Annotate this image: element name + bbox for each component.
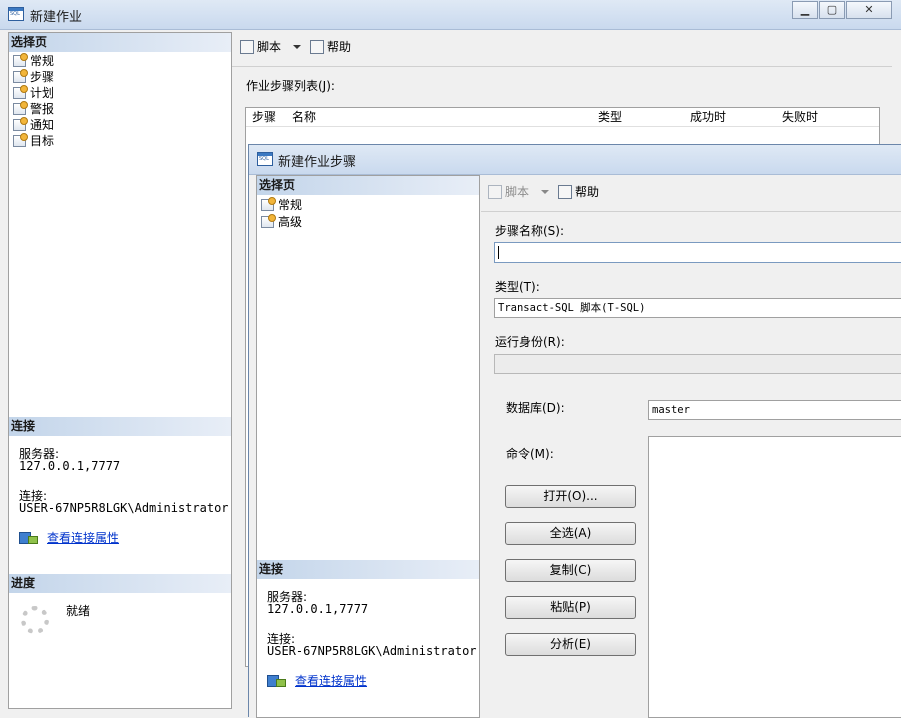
select-page-header: 选择页 [9,33,231,52]
nav-item-targets[interactable]: 目标 [13,133,54,149]
dialog-toolbar-divider [481,211,901,212]
command-label: 命令(M): [506,447,554,461]
help-icon [310,40,324,54]
outer-window-title: 新建作业 [30,10,83,25]
dialog-select-page-header: 选择页 [257,176,479,195]
open-button[interactable]: 打开(O)... [505,485,636,508]
column-header-step[interactable]: 步骤 [252,108,276,126]
view-connection-properties-link[interactable]: 查看连接属性 [47,529,119,546]
run-as-select[interactable] [494,354,901,374]
dialog-left-panel: 选择页 常规 高级 连接 服务器: 127.0.0.1,7777 连接: USE… [256,175,480,718]
page-icon [13,117,28,131]
progress-header: 进度 [9,574,231,593]
close-button[interactable]: ✕ [846,1,892,19]
help-icon [558,185,572,199]
paste-button[interactable]: 粘贴(P) [505,596,636,619]
column-header-on-success[interactable]: 成功时 [690,108,726,126]
dialog-script-button[interactable]: 脚本 [488,183,529,201]
nav-item-schedules[interactable]: 计划 [13,85,54,101]
dialog-app-icon [257,152,273,166]
page-icon [13,85,28,99]
script-button[interactable]: 脚本 [240,38,281,56]
header-divider [246,126,879,127]
column-header-on-failure[interactable]: 失败时 [782,108,818,126]
database-select[interactable]: master [648,400,901,420]
dialog-nav-item-advanced[interactable]: 高级 [261,214,302,230]
run-as-label: 运行身份(R): [495,335,565,349]
select-all-button[interactable]: 全选(A) [505,522,636,545]
outer-left-panel: 选择页 常规 步骤 计划 警报 通知 目标 连接 服务器: 127.0.0.1,… [8,32,232,709]
dialog-title: 新建作业步骤 [278,155,357,170]
step-name-label: 步骤名称(S): [495,224,565,238]
app-icon [8,7,24,21]
progress-status: 就绪 [66,604,91,618]
script-icon [488,185,502,199]
dialog-connection-value: USER-67NP5R8LGK\Administrator [267,644,477,658]
page-icon [261,197,276,211]
command-textarea[interactable] [648,436,901,718]
database-label: 数据库(D): [506,401,565,415]
connection-value: USER-67NP5R8LGK\Administrator [19,501,229,515]
steps-list-label: 作业步骤列表(J): [246,79,335,93]
type-select[interactable]: Transact-SQL 脚本(T-SQL) [494,298,901,318]
nav-item-alerts[interactable]: 警报 [13,101,54,117]
dialog-help-button[interactable]: 帮助 [558,183,599,201]
column-header-name[interactable]: 名称 [292,108,316,126]
page-icon [13,101,28,115]
text-caret [498,246,499,259]
column-header-type[interactable]: 类型 [598,108,622,126]
progress-spinner-icon [21,606,49,634]
dialog-connection-header: 连接 [257,560,479,579]
server-value: 127.0.0.1,7777 [19,459,121,473]
copy-button[interactable]: 复制(C) [505,559,636,582]
page-icon [13,53,28,67]
script-dropdown-icon[interactable] [293,45,301,49]
type-label: 类型(T): [495,280,540,294]
page-icon [261,214,276,228]
maximize-button[interactable]: ▢ [819,1,845,19]
dialog-server-value: 127.0.0.1,7777 [267,602,369,616]
new-job-step-dialog: 新建作业步骤 选择页 常规 高级 连接 服务器: 127.0.0.1,7777 … [248,144,901,718]
dialog-title-bar: 新建作业步骤 [249,145,901,175]
dialog-connection-properties-icon [267,673,286,687]
minimize-button[interactable]: ▁ [792,1,818,19]
nav-item-general[interactable]: 常规 [13,53,54,69]
nav-item-notifications[interactable]: 通知 [13,117,54,133]
page-icon [13,69,28,83]
dialog-script-dropdown-icon[interactable] [541,190,549,194]
dialog-nav-item-general[interactable]: 常规 [261,197,302,213]
script-icon [240,40,254,54]
nav-item-steps[interactable]: 步骤 [13,69,54,85]
outer-title-bar: 新建作业 ▁ ▢ ✕ [0,0,901,30]
help-button[interactable]: 帮助 [310,38,351,56]
dialog-view-connection-properties-link[interactable]: 查看连接属性 [295,672,367,689]
parse-button[interactable]: 分析(E) [505,633,636,656]
step-name-input[interactable] [494,242,901,263]
connection-header: 连接 [9,417,231,436]
connection-properties-icon [19,530,38,544]
page-icon [13,133,28,147]
toolbar-divider [232,66,892,67]
